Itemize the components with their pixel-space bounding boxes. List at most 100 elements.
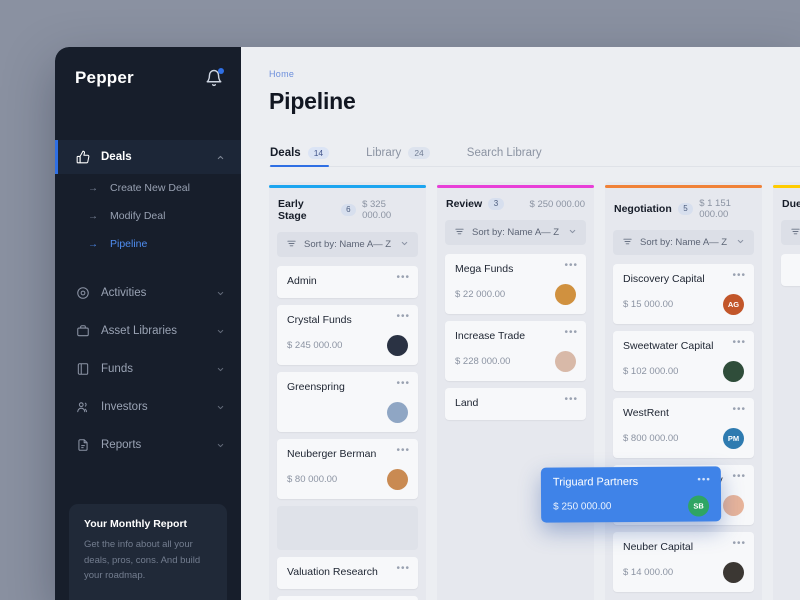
more-dots-icon[interactable]: ••• bbox=[396, 379, 410, 389]
sidebar-header: Pepper bbox=[55, 47, 241, 109]
deal-card[interactable]: ••• Discovery Capital $ 15 000.00 AG bbox=[613, 264, 754, 324]
avatar bbox=[555, 351, 576, 372]
column-header: Negotiation 5 $ 1 151 000.00 bbox=[613, 188, 754, 220]
chevron-down-icon bbox=[217, 443, 224, 447]
monthly-report-promo-card[interactable]: Your Monthly Report Get the info about a… bbox=[69, 503, 227, 600]
sort-label: Sort by: Name A— Z bbox=[304, 239, 392, 250]
dragged-card-footer: $ 250 000.00 SB bbox=[553, 495, 710, 517]
notifications-button[interactable] bbox=[205, 68, 224, 87]
sidebar-subitem-modify-deal[interactable]: → Modify Deal bbox=[55, 202, 241, 230]
column-card-list: ••• Admin ••• Crystal Funds $ 245 000.00 ••• G… bbox=[277, 266, 418, 600]
sidebar-item-deals[interactable]: Deals bbox=[55, 140, 241, 174]
sidebar-item-asset-libraries[interactable]: Asset Libraries bbox=[55, 312, 241, 350]
deal-card[interactable]: ••• bbox=[781, 254, 800, 286]
column-total: $ 325 000.00 bbox=[362, 199, 392, 221]
thumbs-up-icon bbox=[75, 150, 90, 165]
sidebar-item-funds-label: Funds bbox=[101, 363, 133, 375]
column-header: Due Diligence bbox=[781, 188, 800, 210]
deal-card[interactable]: ••• Increase Trade $ 228 000.00 bbox=[445, 321, 586, 381]
deal-card-title: WestRent bbox=[623, 407, 669, 419]
promo-body: Get the info about all your deals, pros,… bbox=[84, 538, 201, 582]
deal-card-amount: $ 800 000.00 bbox=[623, 433, 679, 444]
deal-card-amount: $ 80 000.00 bbox=[287, 474, 338, 485]
sidebar-item-activities[interactable]: Activities bbox=[55, 274, 241, 312]
more-dots-icon[interactable]: ••• bbox=[732, 405, 746, 415]
deal-card[interactable]: ••• Neuberger Berman $ 80 000.00 bbox=[277, 439, 418, 499]
column-count-badge: 6 bbox=[340, 204, 357, 216]
more-dots-icon[interactable]: ••• bbox=[732, 539, 746, 549]
breadcrumb[interactable]: Home bbox=[269, 69, 800, 79]
deal-card[interactable]: ••• WestRent $ 800 000.00 PM bbox=[613, 398, 754, 458]
column-total: $ 1 151 000.00 bbox=[699, 198, 731, 220]
column-title: Early Stage bbox=[278, 198, 307, 222]
sort-icon bbox=[790, 226, 800, 240]
app-window: Pepper Deals → Create New Deal → Modify … bbox=[55, 47, 800, 600]
column-title: Due Diligence bbox=[782, 198, 800, 210]
sidebar-nav-groups: Activities Asset Libraries Funds Investo… bbox=[55, 274, 241, 464]
deal-card[interactable]: ••• Land bbox=[445, 388, 586, 420]
chevron-up-icon bbox=[217, 155, 224, 159]
chevron-down-icon bbox=[568, 227, 577, 239]
deal-card-title: Valuation Research bbox=[287, 566, 378, 578]
document-icon bbox=[75, 438, 90, 453]
deal-card[interactable]: ••• Neuber Capital $ 14 000.00 bbox=[613, 532, 754, 592]
tab-library[interactable]: Library 24 bbox=[366, 146, 430, 167]
tab-bar: Deals 14 Library 24 Search Library bbox=[269, 140, 800, 167]
deal-card[interactable]: •••WoodbridgeAG bbox=[277, 596, 418, 600]
column-sort-dropdown[interactable]: Sort by: Name A— Z bbox=[781, 220, 800, 245]
deal-card-title: Discovery Capital bbox=[623, 273, 705, 285]
sidebar-item-funds[interactable]: Funds bbox=[55, 350, 241, 388]
arrow-right-icon: → bbox=[88, 210, 98, 222]
avatar: SB bbox=[688, 495, 710, 517]
avatar bbox=[387, 402, 408, 423]
more-dots-icon[interactable]: ••• bbox=[396, 564, 410, 574]
sidebar-item-asset-libraries-label: Asset Libraries bbox=[101, 325, 178, 337]
deal-card-title: Mega Funds bbox=[455, 263, 514, 275]
sidebar-item-investors[interactable]: Investors bbox=[55, 388, 241, 426]
sidebar-subitem-pipeline[interactable]: → Pipeline bbox=[55, 230, 241, 258]
chevron-down-icon bbox=[217, 405, 224, 409]
pipeline-column: Review 3 $ 250 000.00 Sort by: Name A— Z •••… bbox=[437, 182, 594, 600]
chevron-down-icon bbox=[736, 237, 745, 249]
deal-card[interactable]: ••• Mega Funds $ 22 000.00 bbox=[445, 254, 586, 314]
sidebar-subitem-create-new-deal[interactable]: → Create New Deal bbox=[55, 174, 241, 202]
column-sort-dropdown[interactable]: Sort by: Name A— Z bbox=[613, 230, 754, 255]
page-title: Pipeline bbox=[269, 88, 356, 114]
column-card-list: ••• Discovery Capital $ 15 000.00 AG ••• Swee… bbox=[613, 264, 754, 592]
page-header: Home Pipeline Deals 14 Library 24 Search… bbox=[241, 47, 800, 167]
tab-deals[interactable]: Deals 14 bbox=[270, 146, 330, 167]
sidebar-item-reports[interactable]: Reports bbox=[55, 426, 241, 464]
more-dots-icon[interactable]: ••• bbox=[396, 273, 410, 283]
deal-card[interactable]: ••• Sweetwater Capital $ 102 000.00 bbox=[613, 331, 754, 391]
column-title: Review bbox=[446, 198, 483, 210]
more-dots-icon[interactable]: ••• bbox=[564, 395, 578, 405]
more-dots-icon[interactable]: ••• bbox=[732, 472, 746, 482]
deal-card-footer: $ 102 000.00 bbox=[623, 361, 744, 382]
tab-deals-badge: 14 bbox=[307, 146, 330, 159]
deal-card[interactable]: ••• Greenspring bbox=[277, 372, 418, 432]
column-sort-dropdown[interactable]: Sort by: Name A— Z bbox=[277, 232, 418, 257]
sidebar-item-investors-label: Investors bbox=[101, 401, 148, 413]
more-dots-icon[interactable]: ••• bbox=[697, 474, 711, 485]
more-dots-icon[interactable]: ••• bbox=[564, 261, 578, 271]
dragged-deal-card[interactable]: ••• Triguard Partners $ 250 000.00 SB bbox=[540, 466, 722, 523]
column-sort-dropdown[interactable]: Sort by: Name A— Z bbox=[445, 220, 586, 245]
sort-icon bbox=[286, 238, 297, 252]
more-dots-icon[interactable]: ••• bbox=[564, 328, 578, 338]
sidebar-item-activities-label: Activities bbox=[101, 287, 147, 299]
deal-card-title: Increase Trade bbox=[455, 330, 526, 342]
more-dots-icon[interactable]: ••• bbox=[732, 338, 746, 348]
deal-card[interactable]: ••• Valuation Research bbox=[277, 557, 418, 589]
deal-card-title: Sweetwater Capital bbox=[623, 340, 714, 352]
deal-card-title: Neuber Capital bbox=[623, 541, 694, 553]
avatar: AG bbox=[723, 294, 744, 315]
sort-label: Sort by: Name A— Z bbox=[640, 237, 728, 248]
more-dots-icon[interactable]: ••• bbox=[396, 446, 410, 456]
deal-card[interactable]: ••• Admin bbox=[277, 266, 418, 298]
more-dots-icon[interactable]: ••• bbox=[396, 312, 410, 322]
tab-library-badge: 24 bbox=[408, 146, 430, 159]
main-content: Home Pipeline Deals 14 Library 24 Search… bbox=[241, 47, 800, 600]
more-dots-icon[interactable]: ••• bbox=[732, 271, 746, 281]
deal-card[interactable]: ••• Crystal Funds $ 245 000.00 bbox=[277, 305, 418, 365]
tab-search-library[interactable]: Search Library bbox=[467, 147, 542, 166]
